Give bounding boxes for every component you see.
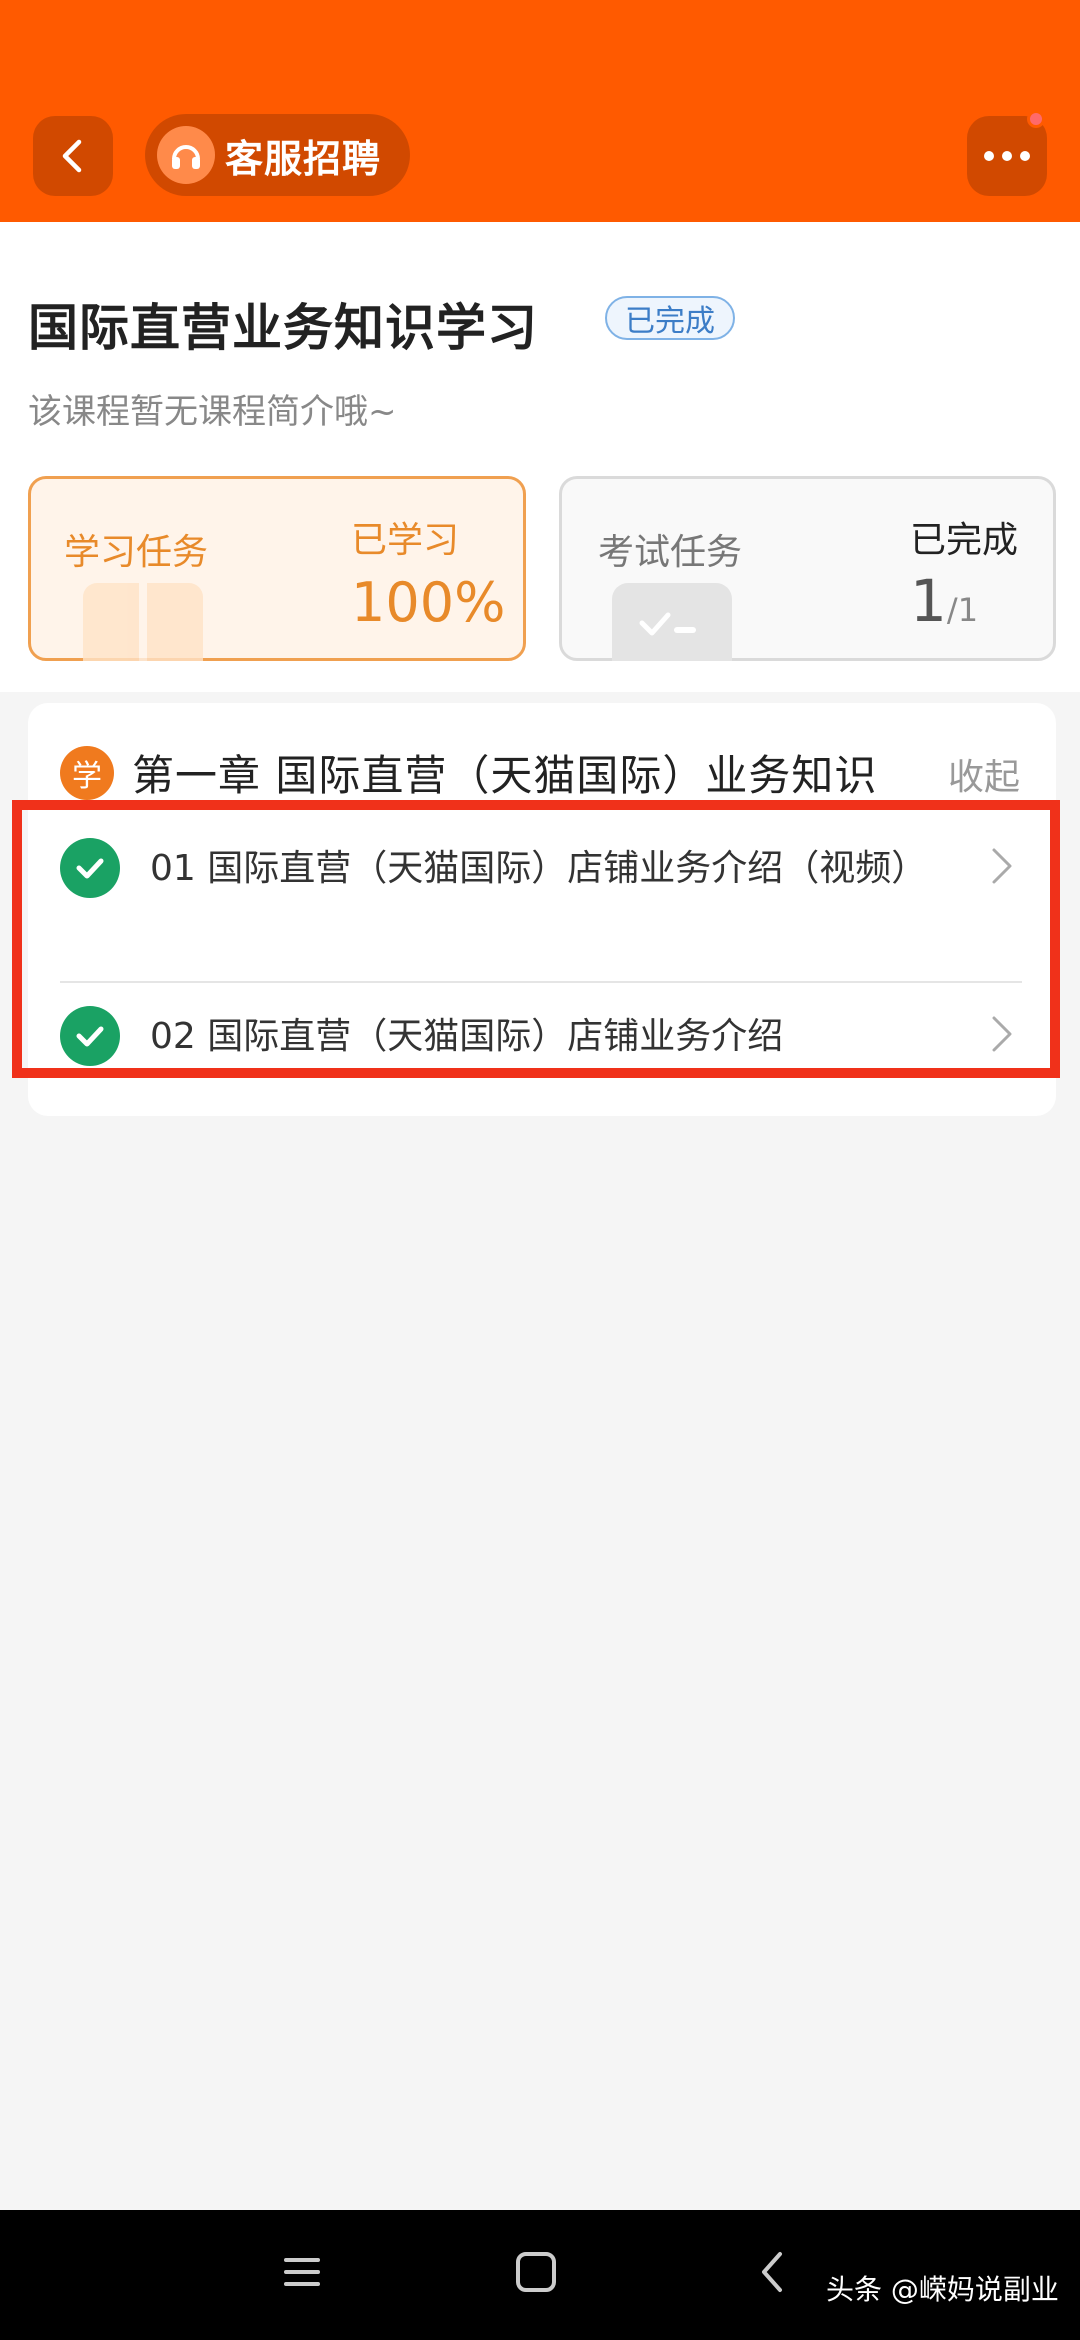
exam-status-label: 已完成 bbox=[910, 520, 1019, 561]
exam-task-label: 考试任务 bbox=[598, 532, 743, 573]
home-icon[interactable] bbox=[514, 2250, 558, 2294]
notification-dot bbox=[1027, 110, 1045, 128]
back-nav-icon[interactable] bbox=[752, 2250, 796, 2294]
course-title: 国际直营业务知识学习 bbox=[28, 299, 538, 357]
book-icon bbox=[83, 583, 203, 661]
chapter-badge: 学 bbox=[60, 745, 114, 800]
exam-completed-count: 1 bbox=[910, 567, 947, 635]
more-dot bbox=[1002, 151, 1012, 161]
collapse-button[interactable]: 收起 bbox=[948, 748, 1020, 800]
course-description: 该课程暂无课程简介哦~ bbox=[28, 392, 397, 432]
exam-total-count: /1 bbox=[946, 591, 979, 629]
menu-icon[interactable] bbox=[280, 2250, 324, 2294]
study-task-card[interactable]: 学习任务 已学习 100% bbox=[28, 476, 526, 661]
brand-name: 客服招聘 bbox=[225, 136, 382, 181]
more-dots-icon bbox=[984, 151, 994, 161]
more-dot bbox=[1020, 151, 1030, 161]
more-button[interactable] bbox=[967, 116, 1047, 196]
back-button[interactable] bbox=[33, 116, 113, 196]
exam-task-card[interactable]: 考试任务 已完成 1/1 bbox=[559, 476, 1056, 661]
watermark-text: 头条 @嵘妈说副业 bbox=[826, 2273, 1059, 2306]
chapter-header: 学 第一章 国际直营（天猫国际）业务知识 bbox=[60, 742, 877, 803]
brand-pill[interactable]: 客服招聘 bbox=[145, 114, 410, 196]
study-task-label: 学习任务 bbox=[64, 532, 209, 573]
chevron-left-icon bbox=[62, 139, 82, 173]
app-header: 客服招聘 bbox=[0, 0, 1080, 222]
study-status-label: 已学习 bbox=[351, 520, 460, 561]
course-page: 客服招聘 国际直营业务知识学习 已完成 该课程暂无课程简介哦~ 学习任务 已学习… bbox=[0, 0, 1080, 2340]
highlight-annotation-box bbox=[12, 800, 1060, 1078]
status-badge: 已完成 bbox=[605, 296, 735, 340]
exam-count: 1/1 bbox=[910, 567, 978, 635]
study-progress: 100% bbox=[351, 571, 506, 634]
chapter-title: 第一章 国际直营（天猫国际）业务知识 bbox=[132, 751, 878, 800]
exam-paper-icon bbox=[612, 583, 732, 661]
headset-logo-icon bbox=[157, 126, 215, 184]
